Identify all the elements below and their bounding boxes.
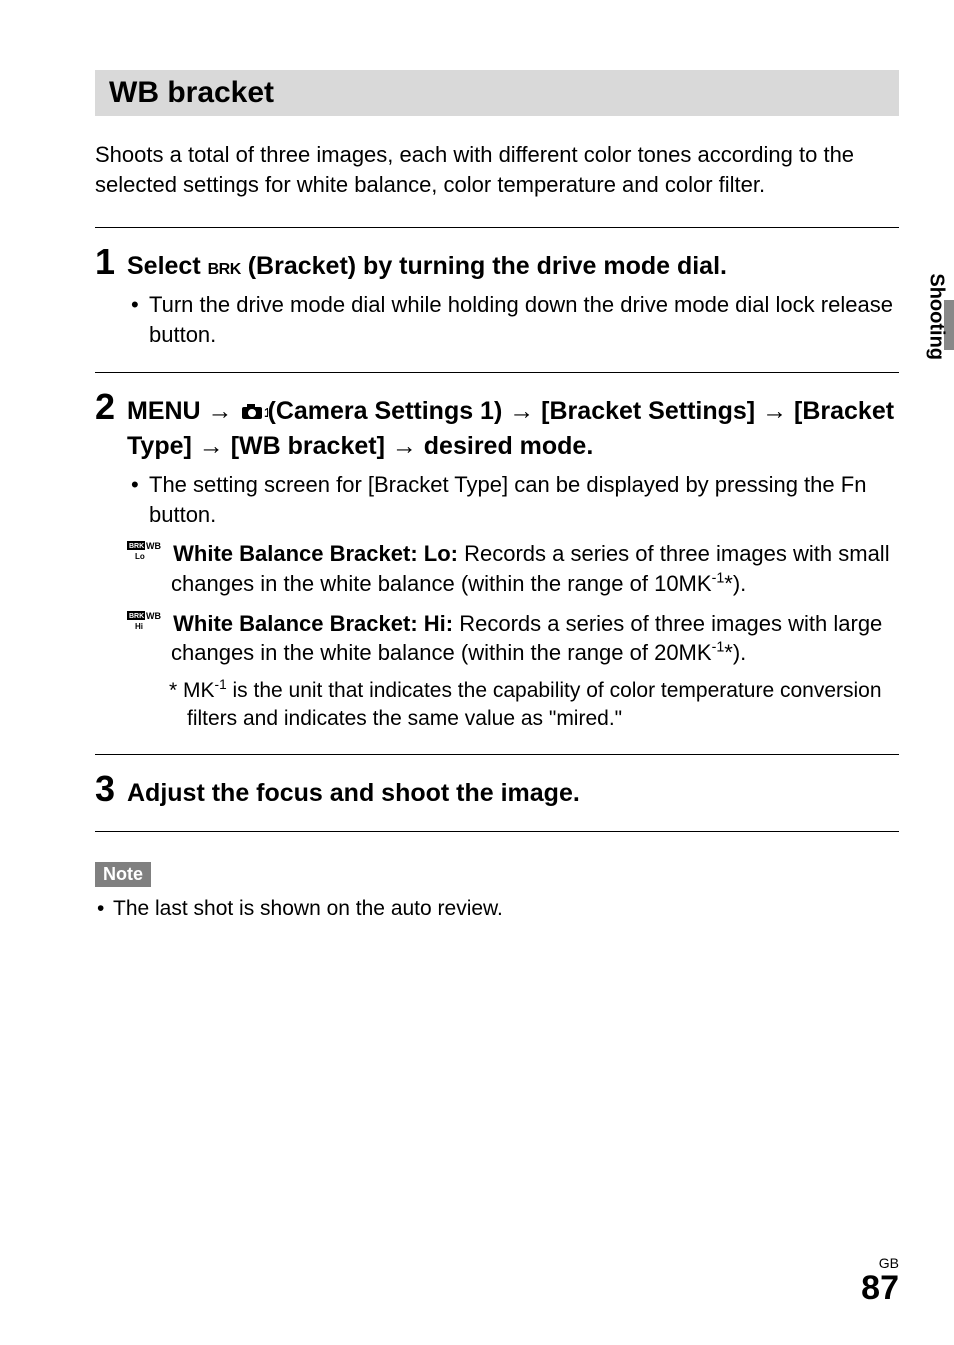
footnote-marker: * <box>169 679 177 702</box>
option-text-after: *). <box>724 571 746 596</box>
brk-wb-lo-icon: BRKWBLo <box>127 539 167 569</box>
option-sup: -1 <box>712 640 725 656</box>
page-footer: GB 87 <box>861 1255 899 1305</box>
intro-text: Shoots a total of three images, each wit… <box>95 140 899 199</box>
side-tab: Shooting <box>914 300 954 460</box>
step-title: Adjust the focus and shoot the image. <box>127 777 899 811</box>
svg-text:WB: WB <box>146 541 161 551</box>
section-title: WB bracket <box>109 76 885 110</box>
step-3: 3 Adjust the focus and shoot the image. <box>95 754 899 832</box>
section-header: WB bracket <box>95 70 899 116</box>
side-tab-label: Shooting <box>925 273 948 360</box>
footnote: * MK-1 is the unit that indicates the ca… <box>127 676 899 734</box>
option-hi: BRKWBHi White Balance Bracket: Hi: Recor… <box>127 609 899 668</box>
camera-settings-1-icon: 1 <box>240 397 268 431</box>
step-title: MENU → 1 (Camera Settings 1) → [Bracket … <box>127 395 899 465</box>
svg-text:Lo: Lo <box>135 552 145 561</box>
step-1: 1 Select BRK (Bracket) by turning the dr… <box>95 227 899 371</box>
footnote-sup: -1 <box>215 677 227 692</box>
bullet-item: Turn the drive mode dial while holding d… <box>127 290 899 349</box>
bullet-item: The setting screen for [Bracket Type] ca… <box>127 470 899 529</box>
svg-text:Hi: Hi <box>135 622 143 631</box>
brk-wb-hi-icon: BRKWBHi <box>127 609 167 639</box>
step-title-post: (Bracket) by turning the drive mode dial… <box>241 252 727 280</box>
bracket-icon: BRK <box>208 261 241 278</box>
footnote-before: MK <box>177 679 214 702</box>
step-title: Select BRK (Bracket) by turning the driv… <box>127 250 899 284</box>
svg-text:BRK: BRK <box>129 613 144 620</box>
svg-text:WB: WB <box>146 611 161 621</box>
step-bullets: Turn the drive mode dial while holding d… <box>127 290 899 349</box>
footnote-after: is the unit that indicates the capabilit… <box>187 679 882 730</box>
step-number: 3 <box>95 769 127 809</box>
step-2: 2 MENU → 1 (Camera Settings 1) → [Bracke… <box>95 372 899 754</box>
option-lo: BRKWBLo White Balance Bracket: Lo: Recor… <box>127 539 899 598</box>
note-item: The last shot is shown on the auto revie… <box>95 895 899 923</box>
step-title-pre: Select <box>127 252 208 280</box>
option-sup: -1 <box>712 571 725 587</box>
step-title-a: MENU → <box>127 397 240 425</box>
footer-page-number: 87 <box>861 1269 899 1307</box>
step-number: 2 <box>95 387 127 427</box>
step-number: 1 <box>95 242 127 282</box>
option-text-after: *). <box>724 640 746 665</box>
note-list: The last shot is shown on the auto revie… <box>95 895 899 923</box>
option-label: White Balance Bracket: Hi: <box>173 611 453 636</box>
option-label: White Balance Bracket: Lo: <box>173 541 458 566</box>
note-label: Note <box>95 862 151 887</box>
svg-text:BRK: BRK <box>129 543 144 550</box>
step-bullets: The setting screen for [Bracket Type] ca… <box>127 470 899 529</box>
